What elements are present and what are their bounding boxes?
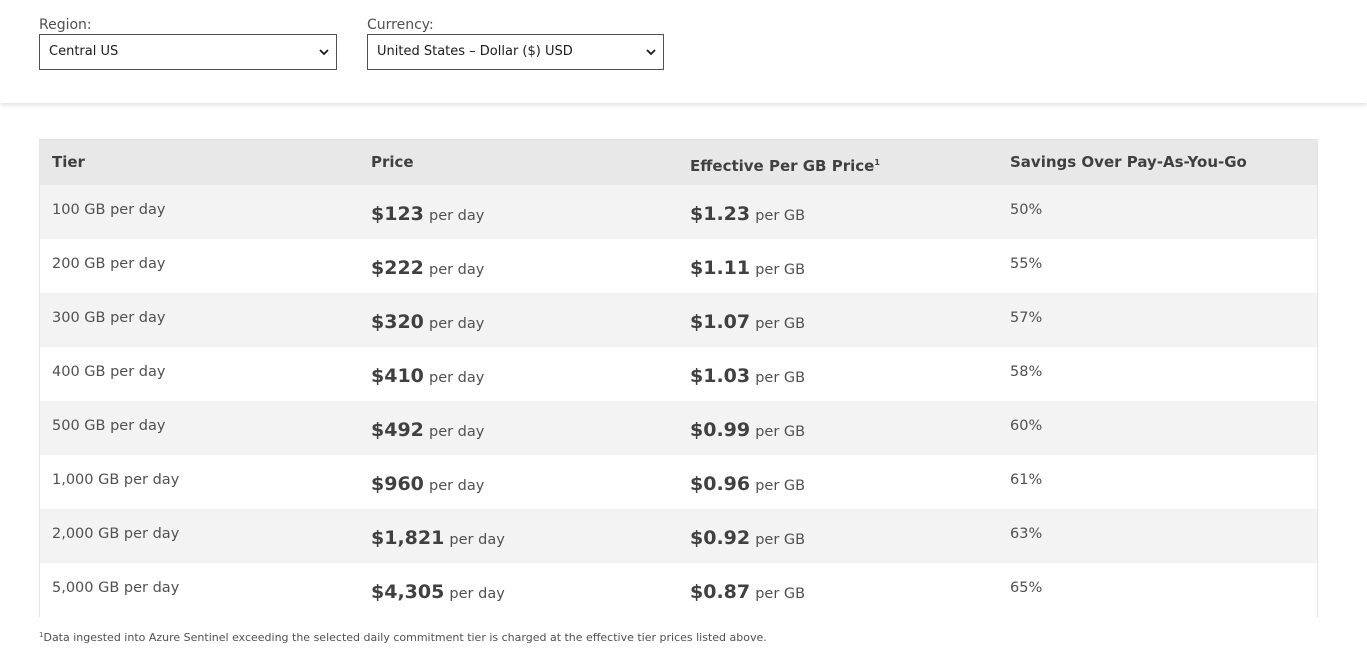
tier-cell: 5,000 GB per day <box>52 580 180 596</box>
currency-label: Currency: <box>367 17 434 33</box>
footnote-text: Data ingested into Azure Sentinel exceed… <box>43 631 767 644</box>
effective-price-cell: $0.87 per GB <box>690 581 806 603</box>
savings-cell: 60% <box>1010 418 1043 434</box>
savings-cell: 65% <box>1010 580 1043 596</box>
footnote-marker: 1 <box>874 158 880 167</box>
region-select-value: Central US <box>49 44 119 59</box>
tier-cell: 2,000 GB per day <box>52 526 180 542</box>
savings-cell: 63% <box>1010 526 1043 542</box>
savings-cell: 55% <box>1010 256 1043 272</box>
header-tier: Tier <box>52 153 85 171</box>
price-cell: $410 per day <box>371 365 485 387</box>
table-row: 100 GB per day $123 per day $1.23 per GB… <box>40 185 1317 239</box>
effective-price-cell: $1.11 per GB <box>690 257 806 279</box>
region-filter: Region: Central US <box>39 17 337 70</box>
currency-select-value: United States – Dollar ($) USD <box>377 44 573 59</box>
tier-cell: 200 GB per day <box>52 256 166 272</box>
table-row: 2,000 GB per day $1,821 per day $0.92 pe… <box>40 509 1317 563</box>
table-row: 1,000 GB per day $960 per day $0.96 per … <box>40 455 1317 509</box>
price-cell: $1,821 per day <box>371 527 505 549</box>
savings-cell: 61% <box>1010 472 1043 488</box>
price-cell: $492 per day <box>371 419 485 441</box>
price-cell: $960 per day <box>371 473 485 495</box>
savings-cell: 50% <box>1010 202 1043 218</box>
tier-cell: 100 GB per day <box>52 202 166 218</box>
region-label: Region: <box>39 17 92 33</box>
table-row: 200 GB per day $222 per day $1.11 per GB… <box>40 239 1317 293</box>
footnote: 1Data ingested into Azure Sentinel excee… <box>39 631 767 644</box>
price-cell: $222 per day <box>371 257 485 279</box>
header-price: Price <box>371 153 414 171</box>
pricing-table: Tier Price Effective Per GB Price1 Savin… <box>39 139 1318 617</box>
currency-filter: Currency: United States – Dollar ($) USD <box>367 17 664 70</box>
price-cell: $4,305 per day <box>371 581 505 603</box>
header-effective-price: Effective Per GB Price1 <box>690 157 880 175</box>
savings-cell: 57% <box>1010 310 1043 326</box>
price-cell: $320 per day <box>371 311 485 333</box>
table-row: 400 GB per day $410 per day $1.03 per GB… <box>40 347 1317 401</box>
chevron-down-icon <box>646 49 656 56</box>
effective-price-cell: $1.03 per GB <box>690 365 806 387</box>
effective-price-cell: $0.92 per GB <box>690 527 806 549</box>
savings-cell: 58% <box>1010 364 1043 380</box>
region-select[interactable]: Central US <box>39 34 337 70</box>
tier-cell: 1,000 GB per day <box>52 472 180 488</box>
header-savings: Savings Over Pay-As-You-Go <box>1010 153 1247 171</box>
table-row: 500 GB per day $492 per day $0.99 per GB… <box>40 401 1317 455</box>
effective-price-cell: $0.99 per GB <box>690 419 806 441</box>
tier-cell: 300 GB per day <box>52 310 166 326</box>
price-cell: $123 per day <box>371 203 485 225</box>
effective-price-cell: $0.96 per GB <box>690 473 806 495</box>
chevron-down-icon <box>319 49 329 56</box>
table-row: 300 GB per day $320 per day $1.07 per GB… <box>40 293 1317 347</box>
table-header: Tier Price Effective Per GB Price1 Savin… <box>40 140 1317 185</box>
filters-bar: Region: Central US Currency: United Stat… <box>0 0 1367 103</box>
effective-price-cell: $1.07 per GB <box>690 311 806 333</box>
table-body: 100 GB per day $123 per day $1.23 per GB… <box>40 185 1317 617</box>
table-row: 5,000 GB per day $4,305 per day $0.87 pe… <box>40 563 1317 617</box>
tier-cell: 400 GB per day <box>52 364 166 380</box>
currency-select[interactable]: United States – Dollar ($) USD <box>367 34 664 70</box>
effective-price-cell: $1.23 per GB <box>690 203 806 225</box>
tier-cell: 500 GB per day <box>52 418 166 434</box>
